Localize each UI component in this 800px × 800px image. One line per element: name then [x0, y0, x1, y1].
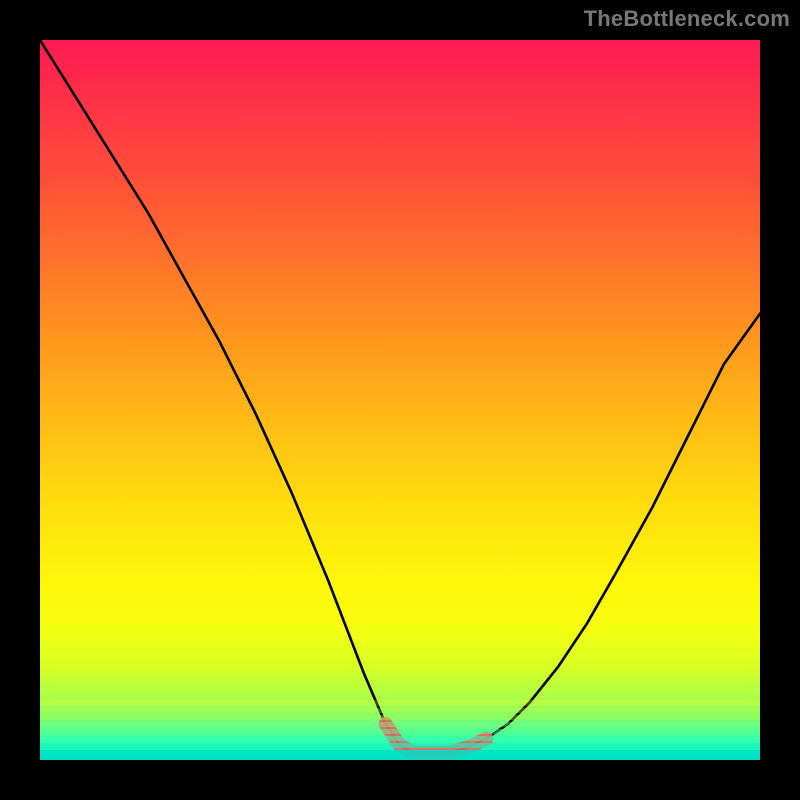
bottleneck-curve	[40, 40, 760, 753]
curve-layer	[40, 40, 760, 760]
chart-frame: TheBottleneck.com	[0, 0, 800, 800]
sweet-spot-highlight	[386, 724, 487, 753]
plot-area	[40, 40, 760, 760]
watermark-text: TheBottleneck.com	[584, 6, 790, 32]
